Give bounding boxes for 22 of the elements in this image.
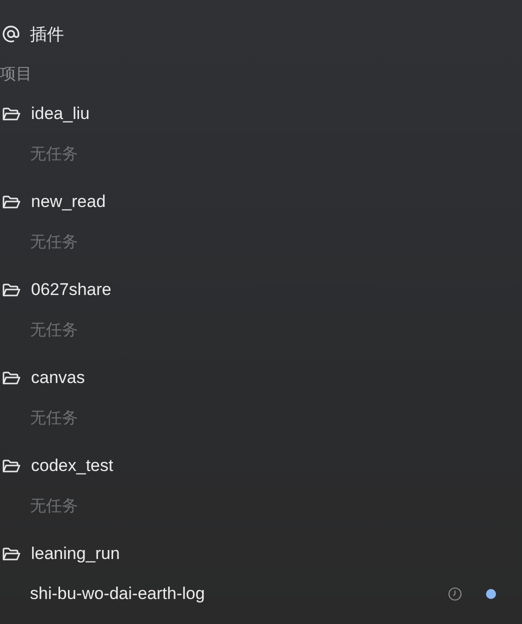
- empty-text: 无任务: [30, 408, 78, 428]
- folder-icon: [2, 458, 21, 474]
- folder-icon: [2, 370, 21, 386]
- project-item[interactable]: 0627share: [0, 270, 522, 310]
- empty-text: 无任务: [30, 496, 78, 516]
- task-title[interactable]: shi-bu-wo-dai-earth-log: [30, 584, 448, 604]
- clock-icon[interactable]: [448, 587, 462, 601]
- empty-text: 无任务: [30, 144, 78, 164]
- folder-icon: [2, 106, 21, 122]
- empty-text: 无任务: [30, 232, 78, 252]
- project-item[interactable]: new_read: [0, 182, 522, 222]
- empty-text: 无任务: [30, 320, 78, 340]
- project-item[interactable]: codex_test: [0, 446, 522, 486]
- at-icon: [2, 25, 20, 43]
- project-item[interactable]: leaning_run: [0, 534, 522, 574]
- project-item[interactable]: idea_liu: [0, 94, 522, 134]
- nav-item[interactable]: 插件: [0, 14, 522, 54]
- folder-icon: [2, 282, 21, 298]
- folder-icon: [2, 546, 21, 562]
- section-title: 项目: [0, 64, 32, 84]
- folder-icon: [2, 194, 21, 210]
- project-item[interactable]: canvas: [0, 358, 522, 398]
